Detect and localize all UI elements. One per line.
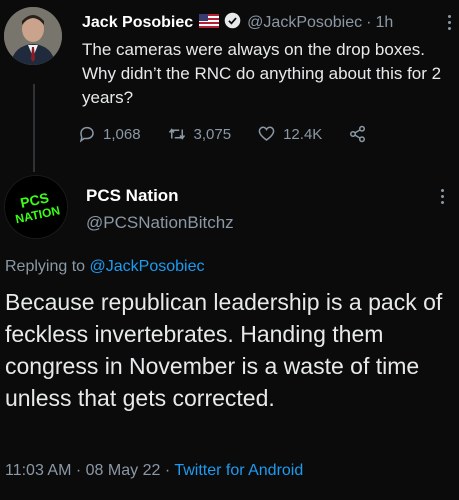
action-bar: 1,068 3,075 12.4K xyxy=(78,122,398,146)
tweet-time[interactable]: 11:03 AM xyxy=(5,462,71,479)
like-button[interactable]: 12.4K xyxy=(257,125,322,143)
like-count: 12.4K xyxy=(283,125,323,143)
tweet-time[interactable]: 1h xyxy=(375,14,393,32)
separator: · xyxy=(164,462,171,479)
reply-icon xyxy=(79,126,94,143)
share-icon xyxy=(350,125,366,143)
replying-to: Replying to @JackPosobiec xyxy=(5,258,204,276)
more-options-icon[interactable] xyxy=(441,187,444,205)
us-flag-icon xyxy=(199,13,220,33)
reply-count: 1,068 xyxy=(103,125,141,143)
reply-button[interactable]: 1,068 xyxy=(78,125,141,143)
replying-to-label: Replying to xyxy=(5,258,86,275)
tweet-text: Because republican leadership is a pack … xyxy=(5,289,443,411)
replying-to-handle[interactable]: @JackPosobiec xyxy=(90,258,205,275)
separator: · xyxy=(75,462,82,479)
retweet-count: 3,075 xyxy=(193,125,232,143)
tweet-source-link[interactable]: Twitter for Android xyxy=(174,462,303,479)
author-handle[interactable]: @JackPosobiec xyxy=(247,14,362,32)
tweet-date[interactable]: 08 May 22 xyxy=(86,462,161,479)
separator: · xyxy=(366,14,372,31)
retweet-icon xyxy=(168,128,185,140)
avatar[interactable]: PCS NATION xyxy=(4,175,68,239)
heart-icon xyxy=(258,126,275,141)
profile-photo xyxy=(4,7,62,65)
tweet-text: The cameras were always on the drop boxe… xyxy=(82,40,442,107)
pcs-nation-logo: PCS NATION xyxy=(5,176,67,238)
more-options-icon[interactable] xyxy=(448,13,451,31)
thread-line xyxy=(33,84,35,172)
avatar[interactable] xyxy=(4,7,62,65)
author-handle[interactable]: @PCSNationBitchz xyxy=(86,213,234,233)
author-name[interactable]: Jack Posobiec xyxy=(82,14,193,32)
retweet-button[interactable]: 3,075 xyxy=(167,125,232,143)
author-name[interactable]: PCS Nation xyxy=(86,186,179,206)
verified-badge-icon xyxy=(224,12,241,34)
share-button[interactable] xyxy=(348,125,374,143)
tweet-meta: 11:03 AM · 08 May 22 · Twitter for Andro… xyxy=(5,462,303,480)
